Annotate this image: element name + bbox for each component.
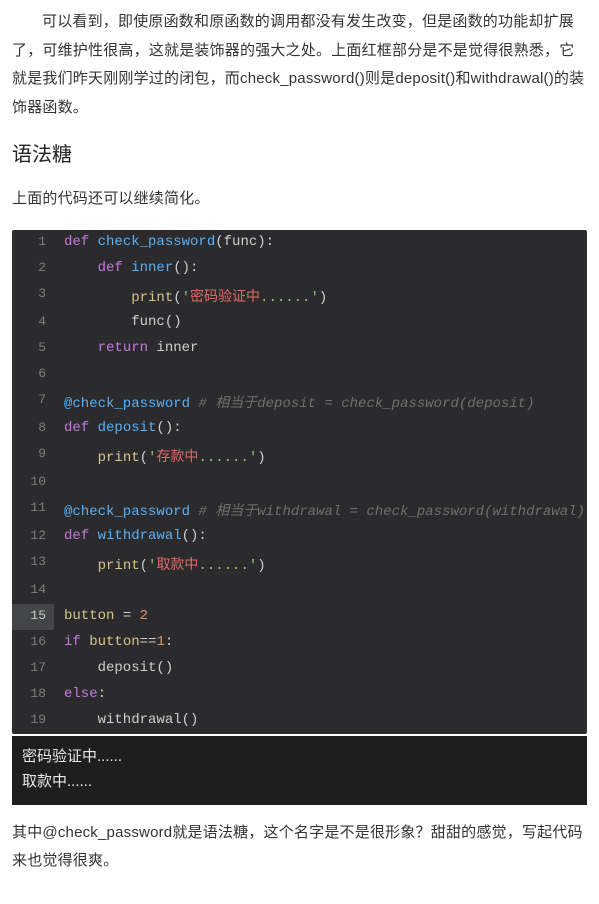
code-content: button = 2 [54, 604, 587, 630]
code-content [54, 362, 587, 388]
code-line: 5 return inner [12, 336, 587, 362]
code-content: withdrawal() [54, 708, 587, 734]
line-number: 18 [12, 682, 54, 708]
code-line: 3 print('密码验证中......') [12, 282, 587, 310]
code-content: func() [54, 310, 587, 336]
line-number: 1 [12, 230, 54, 256]
output-line: 密码验证中...... [22, 744, 577, 770]
code-content: def deposit(): [54, 416, 587, 442]
code-line: 4 func() [12, 310, 587, 336]
line-number: 2 [12, 256, 54, 282]
code-content: def inner(): [54, 256, 587, 282]
code-content [54, 578, 587, 604]
code-content: print('取款中......') [54, 550, 587, 578]
outro-paragraph: 其中@check_password就是语法糖，这个名字是不是很形象？甜甜的感觉，… [12, 819, 587, 876]
line-number: 7 [12, 388, 54, 416]
code-line: 8def deposit(): [12, 416, 587, 442]
code-content: if button==1: [54, 630, 587, 656]
code-line: 13 print('取款中......') [12, 550, 587, 578]
line-number: 19 [12, 708, 54, 734]
code-content: print('密码验证中......') [54, 282, 587, 310]
code-content [54, 470, 587, 496]
line-number: 13 [12, 550, 54, 578]
code-line: 17 deposit() [12, 656, 587, 682]
line-number: 11 [12, 496, 54, 524]
code-line: 11@check_password # 相当于withdrawal = chec… [12, 496, 587, 524]
code-content: @check_password # 相当于deposit = check_pas… [54, 388, 587, 416]
line-number: 16 [12, 630, 54, 656]
line-number: 10 [12, 470, 54, 496]
code-content: print('存款中......') [54, 442, 587, 470]
line-number: 12 [12, 524, 54, 550]
code-line: 12def withdrawal(): [12, 524, 587, 550]
code-line: 14 [12, 578, 587, 604]
code-line: 10 [12, 470, 587, 496]
line-number: 17 [12, 656, 54, 682]
code-line: 6 [12, 362, 587, 388]
intro-paragraph: 可以看到，即使原函数和原函数的调用都没有发生改变，但是函数的功能却扩展了，可维护… [12, 8, 587, 122]
code-content: return inner [54, 336, 587, 362]
output-line: 取款中...... [22, 769, 577, 795]
line-number: 5 [12, 336, 54, 362]
output-block: 密码验证中......取款中...... [12, 736, 587, 805]
line-number: 8 [12, 416, 54, 442]
line-number: 14 [12, 578, 54, 604]
code-line: 1def check_password(func): [12, 230, 587, 256]
line-number: 9 [12, 442, 54, 470]
code-content: def withdrawal(): [54, 524, 587, 550]
section-heading: 语法糖 [12, 138, 587, 167]
code-content: @check_password # 相当于withdrawal = check_… [54, 496, 587, 524]
line-number: 3 [12, 282, 54, 310]
code-line: 16if button==1: [12, 630, 587, 656]
code-line: 15button = 2 [12, 604, 587, 630]
line-number: 4 [12, 310, 54, 336]
code-line: 9 print('存款中......') [12, 442, 587, 470]
code-line: 18else: [12, 682, 587, 708]
line-number: 15 [12, 604, 54, 630]
code-line: 19 withdrawal() [12, 708, 587, 734]
code-content: def check_password(func): [54, 230, 587, 256]
code-line: 7@check_password # 相当于deposit = check_pa… [12, 388, 587, 416]
code-content: else: [54, 682, 587, 708]
line-number: 6 [12, 362, 54, 388]
lead-paragraph: 上面的代码还可以继续简化。 [12, 185, 587, 214]
code-line: 2 def inner(): [12, 256, 587, 282]
code-block: 1def check_password(func):2 def inner():… [12, 230, 587, 734]
code-content: deposit() [54, 656, 587, 682]
